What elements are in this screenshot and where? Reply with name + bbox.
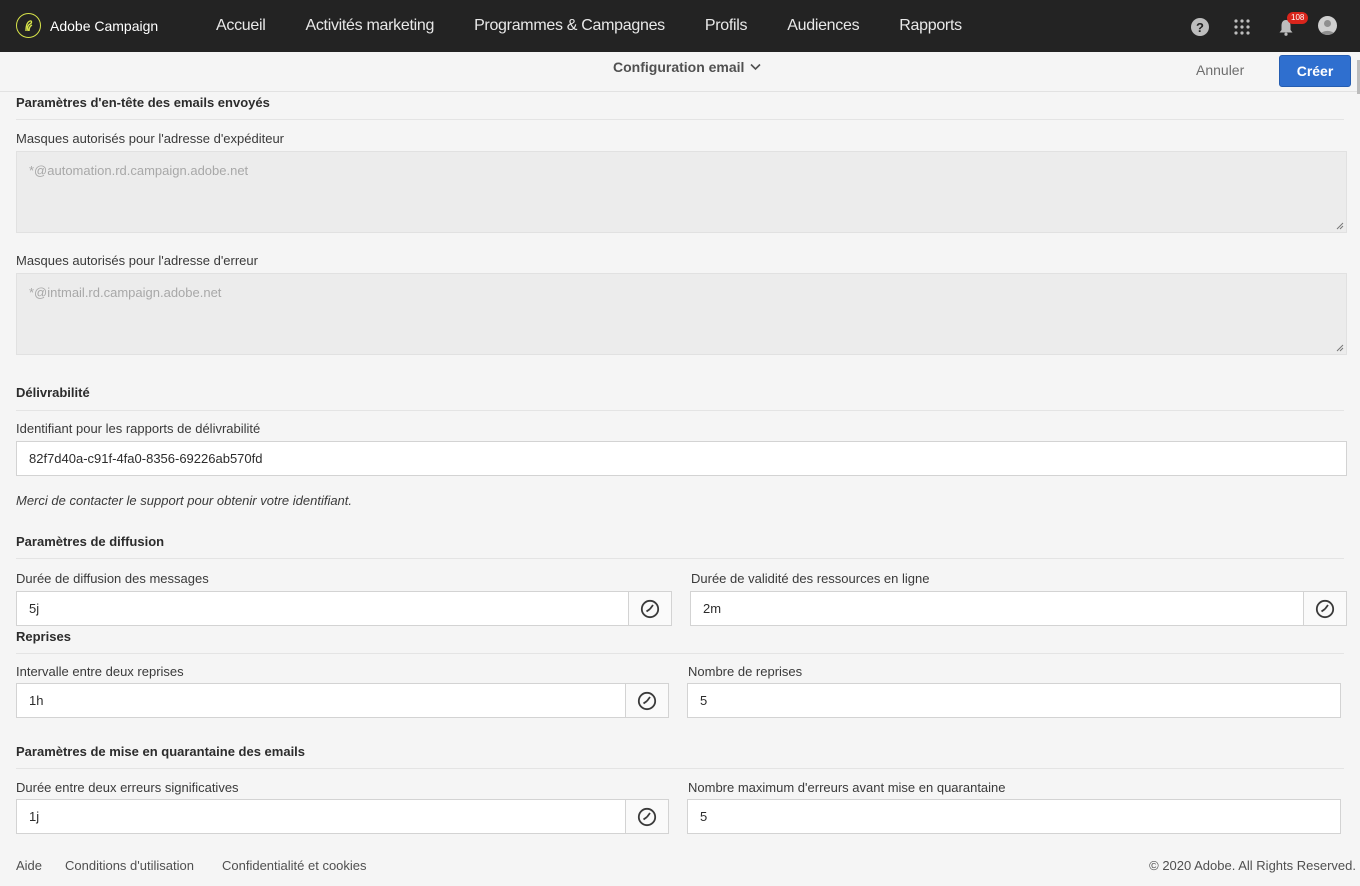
page-header: Configuration email Annuler Créer <box>0 52 1360 92</box>
page-title-dropdown[interactable]: Configuration email <box>613 59 762 75</box>
divider <box>16 558 1344 559</box>
deliverability-id-label: Identifiant pour les rapports de délivra… <box>16 421 261 436</box>
help-icon[interactable]: ? <box>1191 18 1209 36</box>
deliverability-id-input[interactable]: 82f7d40a-c91f-4fa0-8356-69226ab570fd <box>16 441 1347 476</box>
footer-link-privacy[interactable]: Confidentialité et cookies <box>222 858 367 873</box>
error-mask-label: Masques autorisés pour l'adresse d'erreu… <box>16 253 258 268</box>
copyright: © 2020 Adobe. All Rights Reserved. <box>1149 858 1356 873</box>
clock-icon <box>640 599 660 618</box>
notification-badge: 108 <box>1287 12 1309 24</box>
sender-mask-textarea[interactable]: *@automation.rd.campaign.adobe.net <box>16 151 1347 233</box>
retry-count-input[interactable]: 5 <box>687 683 1341 718</box>
main-nav: Accueil Activités marketing Programmes &… <box>196 0 982 52</box>
brand-name[interactable]: Adobe Campaign <box>50 18 158 34</box>
nav-item-activites-marketing[interactable]: Activités marketing <box>285 0 454 52</box>
nav-item-audiences[interactable]: Audiences <box>767 0 879 52</box>
resize-handle-icon[interactable] <box>1336 344 1344 352</box>
nav-item-programmes-campagnes[interactable]: Programmes & Campagnes <box>454 0 685 52</box>
clock-icon <box>637 691 657 710</box>
cancel-button[interactable]: Annuler <box>1188 62 1252 82</box>
clock-icon <box>1315 599 1335 618</box>
nav-item-accueil[interactable]: Accueil <box>196 0 285 52</box>
section-title-deliverability: Délivrabilité <box>16 385 90 400</box>
resource-validity-picker-button[interactable] <box>1303 591 1347 626</box>
sender-mask-label: Masques autorisés pour l'adresse d'expéd… <box>16 131 285 146</box>
resource-validity-label: Durée de validité des ressources en lign… <box>691 571 930 586</box>
page-title: Configuration email <box>613 59 745 75</box>
delivery-duration-picker-button[interactable] <box>628 591 672 626</box>
error-mask-placeholder: *@intmail.rd.campaign.adobe.net <box>29 285 222 300</box>
delivery-duration-input[interactable]: 5j <box>16 591 629 626</box>
nav-item-profils[interactable]: Profils <box>685 0 767 52</box>
deliverability-hint: Merci de contacter le support pour obten… <box>16 493 353 508</box>
footer-link-help[interactable]: Aide <box>16 858 42 873</box>
quarantine-duration-label: Durée entre deux erreurs significatives <box>16 780 239 795</box>
error-mask-textarea[interactable]: *@intmail.rd.campaign.adobe.net <box>16 273 1347 355</box>
section-title-retries: Reprises <box>16 629 71 644</box>
section-title-diffusion: Paramètres de diffusion <box>16 534 165 549</box>
divider <box>16 768 1344 769</box>
clock-icon <box>637 807 657 826</box>
quarantine-max-errors-input[interactable]: 5 <box>687 799 1341 834</box>
divider <box>16 410 1344 411</box>
section-title-email-headers: Paramètres d'en-tête des emails envoyés <box>16 95 270 110</box>
footer: Aide Conditions d'utilisation Confidenti… <box>0 846 1360 886</box>
divider <box>16 653 1344 654</box>
retry-interval-picker-button[interactable] <box>625 683 669 718</box>
retry-count-label: Nombre de reprises <box>688 664 803 679</box>
quarantine-duration-input[interactable]: 1j <box>16 799 626 834</box>
resource-validity-input[interactable]: 2m <box>690 591 1304 626</box>
sender-mask-placeholder: *@automation.rd.campaign.adobe.net <box>29 163 249 178</box>
quarantine-max-errors-label: Nombre maximum d'erreurs avant mise en q… <box>688 780 1006 795</box>
retry-interval-input[interactable]: 1h <box>16 683 626 718</box>
delivery-duration-label: Durée de diffusion des messages <box>16 571 209 586</box>
user-avatar-icon[interactable] <box>1318 16 1337 35</box>
quarantine-duration-picker-button[interactable] <box>625 799 669 834</box>
create-button[interactable]: Créer <box>1279 55 1351 87</box>
divider <box>16 119 1344 120</box>
app-grid-icon[interactable] <box>1233 18 1251 36</box>
top-navigation: Adobe Campaign Accueil Activités marketi… <box>0 0 1360 52</box>
nav-item-rapports[interactable]: Rapports <box>879 0 982 52</box>
adobe-campaign-logo-icon[interactable] <box>16 13 41 38</box>
chevron-down-icon <box>750 63 762 71</box>
retry-interval-label: Intervalle entre deux reprises <box>16 664 184 679</box>
footer-link-terms[interactable]: Conditions d'utilisation <box>65 858 194 873</box>
section-title-quarantine: Paramètres de mise en quarantaine des em… <box>16 744 306 759</box>
resize-handle-icon[interactable] <box>1336 222 1344 230</box>
